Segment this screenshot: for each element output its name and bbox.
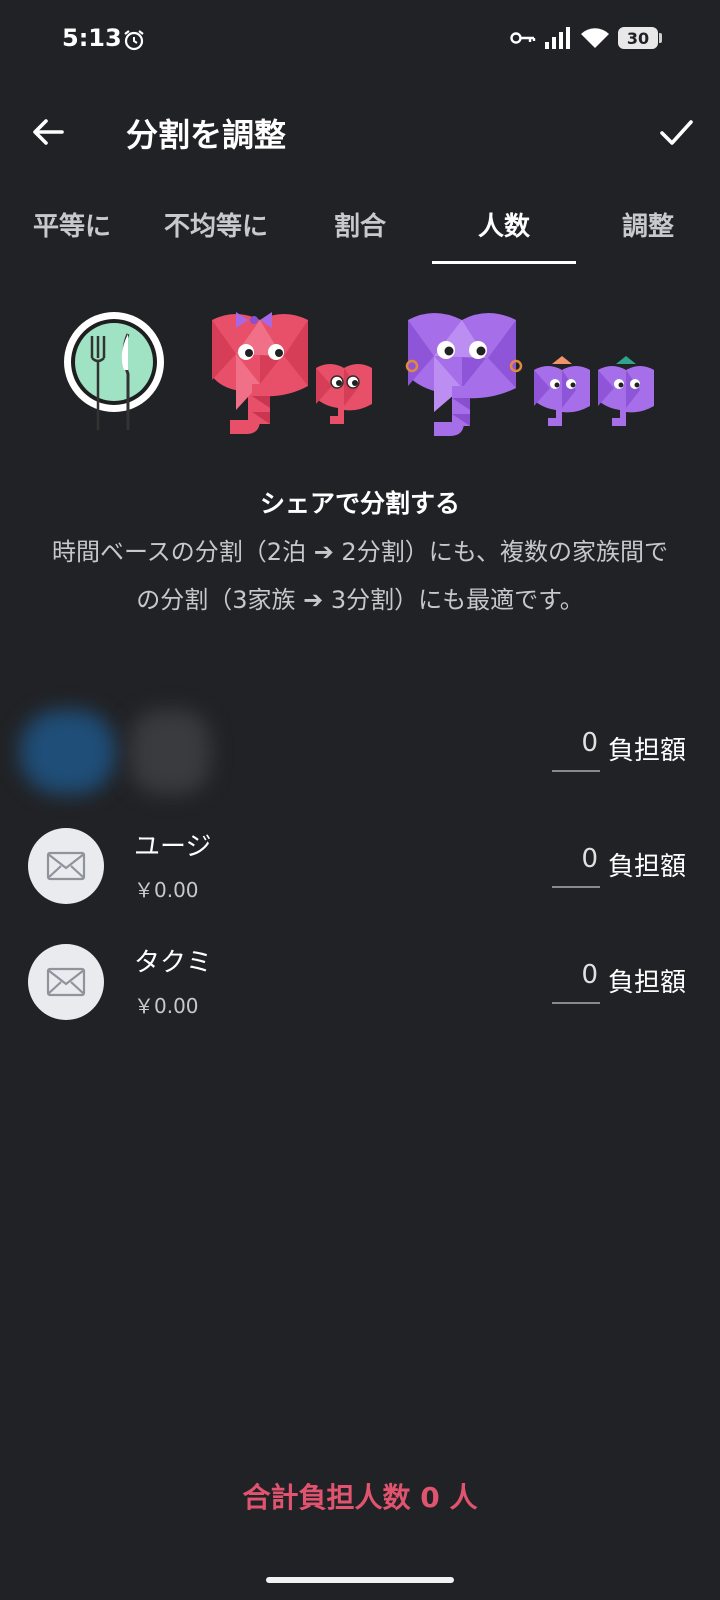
app-bar: 分割を調整 [0,92,720,172]
mail-icon [46,851,86,881]
battery-indicator: 30 [618,27,662,49]
shares-heading: シェアで分割する [259,489,460,518]
member-amount: ￥0.00 [134,994,199,1018]
member-row: 0 負担額 [0,706,720,806]
member-name: タクミ [134,948,213,978]
blurred-avatar [20,706,210,798]
share-count-input[interactable]: 0 [552,728,600,772]
page-title: 分割を調整 [126,116,287,154]
total-shares: 合計負担人数 0 人 [242,1481,478,1514]
share-count-input[interactable]: 0 [552,844,600,888]
purple-elephant-small-1 [534,356,590,426]
back-button[interactable] [26,110,70,154]
home-indicator[interactable] [266,1577,454,1583]
avatar [28,828,104,904]
member-amount: ￥0.00 [134,878,199,902]
status-bar: 5:13 30 [0,0,720,84]
share-count-input[interactable]: 0 [552,960,600,1004]
share-label: 負担額 [608,852,687,882]
avatar [28,944,104,1020]
plate-icon [64,312,164,430]
member-row: タクミ ￥0.00 0 負担額 [0,938,720,1038]
pink-elephant-small [316,364,372,424]
purple-elephant-small-2 [598,356,654,426]
share-label: 負担額 [608,968,687,998]
share-label: 負担額 [608,736,687,766]
wifi-icon [581,28,609,48]
shares-illustration [64,312,654,436]
tab-equal[interactable]: 平等に [0,190,144,264]
battery-level: 30 [618,27,658,49]
check-icon [660,120,693,145]
mail-icon [46,967,86,997]
alarm-icon [124,30,144,51]
tab-unequal[interactable]: 不均等に [144,190,288,264]
member-row: ユージ ￥0.00 0 負担額 [0,822,720,922]
status-time: 5:13 [62,24,122,52]
vpn-key-icon [510,32,536,44]
purple-elephant-large [405,313,523,436]
confirm-button[interactable] [654,110,698,154]
cellular-signal-icon [545,27,570,49]
tab-adjustment[interactable]: 調整 [576,190,720,264]
split-method-tabs: 平等に 不均等に 割合 人数 調整 [0,190,720,264]
tab-shares[interactable]: 人数 [432,190,576,264]
arrow-left-icon [33,119,64,145]
member-name: ユージ [134,832,212,862]
pink-elephant-large [212,312,308,434]
shares-description: 時間ベースの分割（2泊 ➔ 2分割）にも、複数の家族間での分割（3家族 ➔ 3分… [52,538,668,614]
tab-percentage[interactable]: 割合 [288,190,432,264]
